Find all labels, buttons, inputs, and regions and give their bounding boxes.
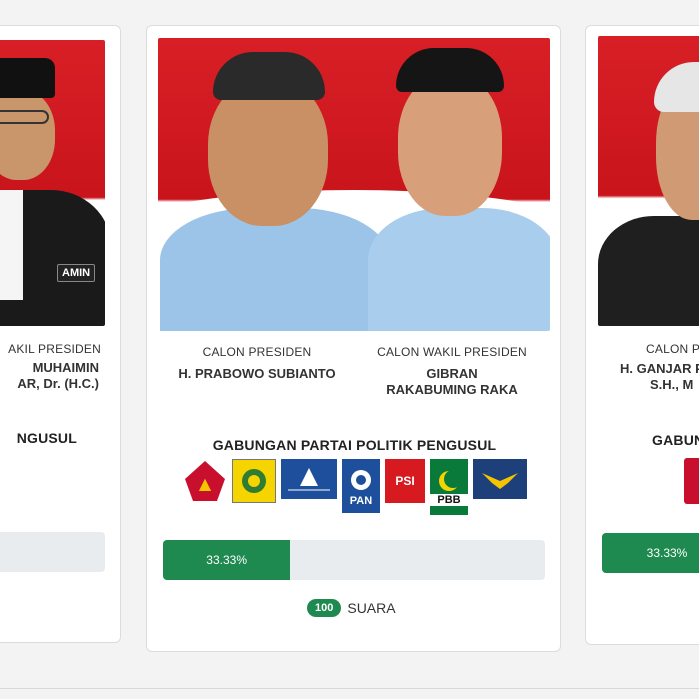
left-name-line-2: AR, Dr. (H.C.) [17, 376, 99, 391]
left-progress-bar [0, 532, 105, 572]
svg-text:▲: ▲ [199, 474, 212, 493]
pbb-logo-icon: PBB [430, 459, 468, 515]
candidate-photo-left: AMIN [0, 40, 105, 326]
left-role-label: AKIL PRESIDEN [8, 342, 101, 356]
garuda-logo-icon [473, 459, 527, 499]
vote-progress-label: 33.33% [206, 553, 247, 567]
candidate-card-left: AMIN AKIL PRESIDEN MUHAIMIN AR, Dr. (H.C… [0, 25, 121, 643]
party-logos: ▲ PAN PSI PBB [183, 459, 527, 515]
left-coalition-title: NGUSUL [16, 430, 77, 446]
page-divider [0, 688, 699, 689]
vote-progress-bar: 33.33% [163, 540, 545, 580]
president-name: H. PRABOWO SUBIANTO [178, 366, 336, 381]
vote-count-row: 100 SUARA [307, 599, 396, 617]
golkar-logo-icon [232, 459, 276, 503]
vote-count-badge: 100 [307, 599, 342, 617]
right-coalition-title: GABUN [652, 432, 699, 448]
president-role-label: CALON PRESIDEN [202, 345, 312, 359]
right-role-label: CALON P [646, 342, 699, 356]
psi-logo-text: PSI [395, 474, 415, 488]
pan-logo-icon: PAN [342, 459, 380, 513]
pdip-logo-icon [684, 458, 699, 504]
pan-logo-text: PAN [349, 495, 373, 507]
candidate-photo-right [598, 36, 699, 326]
amin-badge: AMIN [57, 264, 96, 282]
candidate-photo-prabowo-gibran [158, 38, 550, 331]
vp-role-label: CALON WAKIL PRESIDEN [377, 345, 527, 359]
right-progress-fill: 33.33% [602, 533, 699, 573]
vote-progress-fill: 33.33% [163, 540, 291, 580]
demokrat-logo-icon [281, 459, 337, 499]
vp-name: GIBRAN RAKABUMING RAKA [386, 366, 518, 397]
right-name-line-2: S.H., M [650, 377, 694, 392]
pbb-logo-text: PBB [430, 494, 468, 506]
vote-unit: SUARA [347, 600, 396, 616]
right-progress-label: 33.33% [646, 546, 688, 560]
psi-logo-icon: PSI [385, 459, 425, 503]
right-progress-bar: 33.33% [602, 533, 699, 573]
coalition-title: GABUNGAN PARTAI POLITIK PENGUSUL [212, 437, 497, 453]
candidate-card-center: CALON PRESIDEN H. PRABOWO SUBIANTO CALON… [146, 25, 561, 652]
left-name-line-1: MUHAIMIN [32, 360, 99, 375]
right-name-line-1: H. GANJAR P [620, 361, 699, 376]
candidate-card-right: CALON P H. GANJAR P S.H., M GABUN 33.33% [585, 25, 699, 645]
gerindra-logo-icon: ▲ [183, 459, 227, 503]
